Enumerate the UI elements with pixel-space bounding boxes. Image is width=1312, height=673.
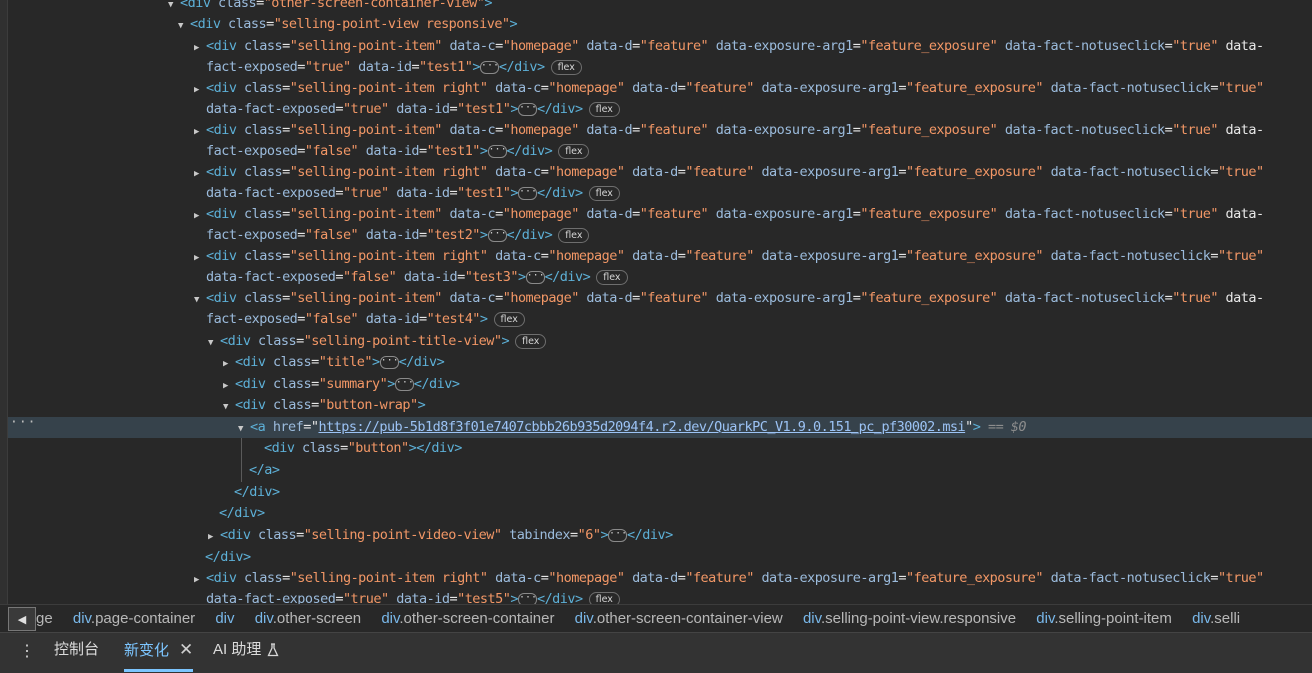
tree-node-continuation[interactable]: data-fact-exposed="true" data-id="test5"… <box>8 589 1312 604</box>
tab-console[interactable]: 控制台 <box>54 633 99 669</box>
expand-triangle-icon[interactable]: ▶ <box>194 80 206 101</box>
breadcrumb-item[interactable]: div <box>215 610 234 627</box>
breadcrumb-item[interactable]: div.selli <box>1192 610 1240 627</box>
tree-node-continuation[interactable]: fact-exposed="false" data-id="test1">···… <box>8 141 1312 162</box>
tree-node[interactable]: ▶ <div class="selling-point-item right" d… <box>8 78 1312 99</box>
tree-node-continuation[interactable]: fact-exposed="true" data-id="test1">···<… <box>8 57 1312 78</box>
tree-node[interactable]: ▶ <div class="selling-point-item" data-c=… <box>8 204 1312 225</box>
ellipsis-icon[interactable]: ··· <box>487 144 507 158</box>
tree-node[interactable]: ▼ <div class="other-screen-container-view… <box>8 0 1312 14</box>
breadcrumb-item[interactable]: div.page-container <box>73 610 195 627</box>
ellipsis-icon[interactable]: ··· <box>525 270 545 284</box>
ellipsis-icon[interactable]: ··· <box>479 60 499 74</box>
tree-node[interactable]: ▶ <div class="selling-point-item right" d… <box>8 246 1312 267</box>
breadcrumb-list: ge div.page-container div div.other-scre… <box>36 605 1240 633</box>
flex-badge[interactable]: flex <box>588 185 620 201</box>
breadcrumb-item[interactable]: div.other-screen <box>255 610 361 627</box>
tree-node[interactable]: ▼ <div class="button-wrap"> <box>8 395 1312 416</box>
ellipsis-icon[interactable]: ··· <box>394 377 414 391</box>
flex-badge[interactable]: flex <box>558 143 590 159</box>
tree-node[interactable]: </a> <box>8 460 1312 481</box>
tree-node[interactable]: ▶ <div class="selling-point-video-view" t… <box>8 525 1312 546</box>
flex-badge[interactable]: flex <box>550 59 582 75</box>
collapse-triangle-icon[interactable]: ▼ <box>223 397 235 418</box>
tree-node[interactable]: ▶ <div class="selling-point-item right" d… <box>8 568 1312 589</box>
tree-node[interactable]: ▶ <div class="selling-point-item right" d… <box>8 162 1312 183</box>
tree-node-continuation[interactable]: data-fact-exposed="true" data-id="test1"… <box>8 183 1312 204</box>
tree-node[interactable]: ▼ <div class="selling-point-title-view"> f… <box>8 331 1312 352</box>
expand-triangle-icon[interactable]: ▶ <box>194 164 206 185</box>
tree-node[interactable]: </div> <box>8 547 1312 568</box>
ellipsis-icon[interactable]: ··· <box>487 228 507 242</box>
expand-triangle-icon[interactable]: ▶ <box>223 376 235 397</box>
tree-node-continuation[interactable]: data-fact-exposed="true" data-id="test1"… <box>8 99 1312 120</box>
tree-node[interactable]: ▼ <div class="selling-point-view responsi… <box>8 14 1312 35</box>
kebab-menu-icon[interactable]: ⋮ <box>18 641 36 663</box>
tree-node-continuation[interactable]: fact-exposed="false" data-id="test4"> fle… <box>8 309 1312 330</box>
ellipsis-icon[interactable]: ··· <box>517 102 537 116</box>
flask-icon <box>267 643 279 657</box>
breadcrumb-item[interactable]: div.other-screen-container-view <box>575 610 783 627</box>
tree-gutter <box>0 0 8 604</box>
tree-node[interactable]: </div> <box>8 482 1312 503</box>
breadcrumb-item[interactable]: div.selling-point-item <box>1036 610 1172 627</box>
scroll-left-icon[interactable]: ◀ <box>8 607 36 631</box>
collapse-triangle-icon[interactable]: ▼ <box>238 419 250 440</box>
expand-triangle-icon[interactable]: ▶ <box>194 570 206 591</box>
tab-whats-new[interactable]: 新变化 ✕ <box>124 633 194 672</box>
expand-triangle-icon[interactable]: ▶ <box>194 122 206 143</box>
expand-triangle-icon[interactable]: ▶ <box>194 248 206 269</box>
tree-node[interactable]: ▶ <div class="selling-point-item" data-c=… <box>8 120 1312 141</box>
flex-badge[interactable]: flex <box>493 311 525 327</box>
expand-triangle-icon[interactable]: ▶ <box>223 354 235 375</box>
flex-badge[interactable]: flex <box>588 101 620 117</box>
tree-node[interactable]: ▶ <div class="summary">···</div> <box>8 374 1312 395</box>
tree-node[interactable]: ▶ <div class="title">···</div> <box>8 352 1312 373</box>
expand-triangle-icon[interactable]: ▶ <box>208 527 220 548</box>
close-icon[interactable]: ✕ <box>179 640 193 659</box>
ellipsis-icon[interactable]: ··· <box>517 592 537 604</box>
breadcrumb-item[interactable]: div.selling-point-view.responsive <box>803 610 1016 627</box>
drawer-tabbar: ⋮ 控制台 新变化 ✕ AI 助理 <box>0 632 1312 673</box>
expand-triangle-icon[interactable]: ▶ <box>194 38 206 59</box>
flex-badge[interactable]: flex <box>596 269 628 285</box>
tree-node[interactable]: </div> <box>8 503 1312 524</box>
tree-node-selected[interactable]: ▼ <a href="https://pub-5b1d8f3f01e7407cbb… <box>8 417 1312 438</box>
flex-badge[interactable]: flex <box>515 333 547 349</box>
breadcrumb-item[interactable]: div.other-screen-container <box>381 610 554 627</box>
ellipsis-icon[interactable]: ··· <box>608 528 627 542</box>
collapse-triangle-icon[interactable]: ▼ <box>208 333 220 354</box>
expand-triangle-icon[interactable]: ▶ <box>194 206 206 227</box>
collapse-triangle-icon[interactable]: ▼ <box>194 290 206 311</box>
flex-badge[interactable]: flex <box>558 227 590 243</box>
tree-node[interactable]: ▼ <div class="selling-point-item" data-c=… <box>8 288 1312 309</box>
tab-ai-assistant[interactable]: AI 助理 <box>213 633 279 669</box>
tree-node-continuation[interactable]: fact-exposed="false" data-id="test2">···… <box>8 225 1312 246</box>
elements-tree[interactable]: ▼ <div class="other-screen-container-view… <box>0 0 1312 604</box>
node-actions-ellipsis-icon[interactable]: ··· <box>10 415 36 430</box>
tree-node[interactable]: ▶ <div class="selling-point-item" data-c=… <box>8 36 1312 57</box>
tree-node-continuation[interactable]: data-fact-exposed="false" data-id="test3… <box>8 267 1312 288</box>
breadcrumb: ◀ ge div.page-container div div.other-sc… <box>0 604 1312 633</box>
breadcrumb-item[interactable]: ge <box>36 610 53 627</box>
collapse-triangle-icon[interactable]: ▼ <box>178 16 190 37</box>
ellipsis-icon[interactable]: ··· <box>379 355 399 369</box>
flex-badge[interactable]: flex <box>588 591 620 604</box>
ellipsis-icon[interactable]: ··· <box>517 186 537 200</box>
tree-node[interactable]: <div class="button"></div> <box>8 438 1312 459</box>
console-reference: == $0 <box>987 419 1027 435</box>
